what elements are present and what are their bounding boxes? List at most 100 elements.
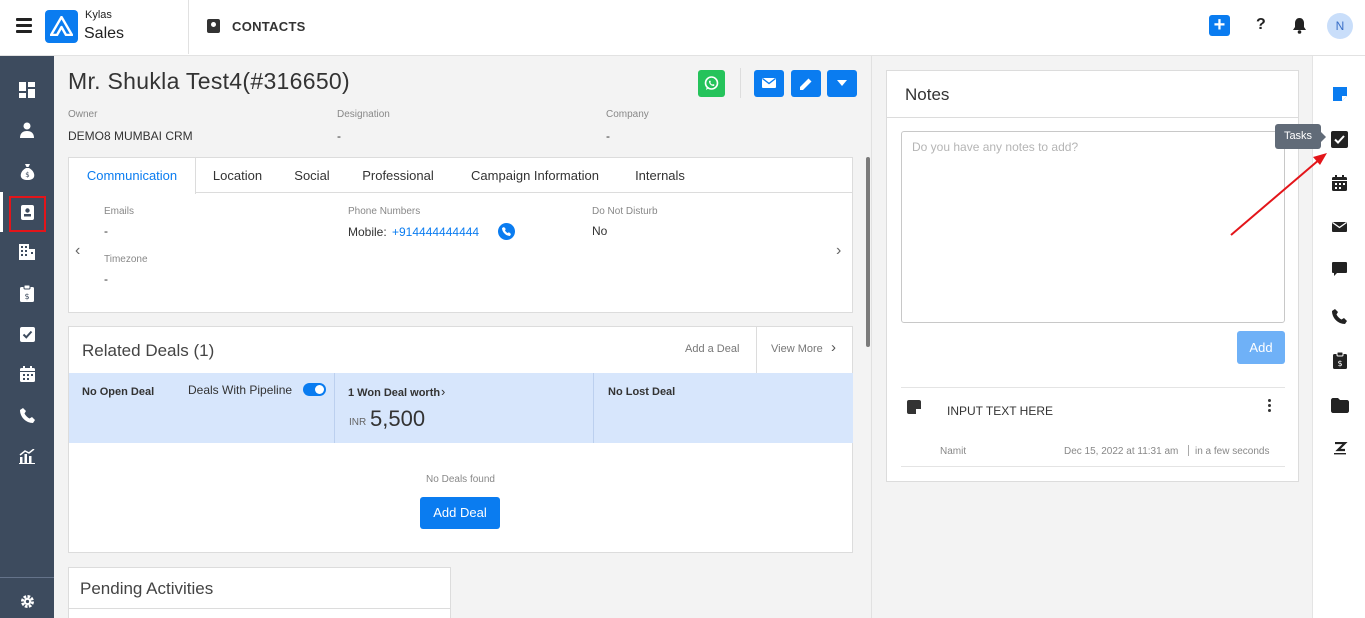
- clipboard-icon[interactable]: $: [1313, 347, 1365, 373]
- zendesk-icon[interactable]: [1313, 436, 1365, 462]
- contact-card-icon: [207, 19, 220, 33]
- details-tabs: Communication Location Social Profession…: [69, 158, 852, 194]
- deals-header-divider: [756, 327, 757, 373]
- deals-summary-band: No Open Deal Deals With Pipeline 1 Won D…: [69, 373, 853, 443]
- brand-name: Kylas: [85, 9, 112, 21]
- phone-icon[interactable]: [1313, 303, 1365, 329]
- tab-location[interactable]: Location: [196, 158, 279, 193]
- top-header: Kylas Sales CONTACTS + ? N: [0, 0, 1365, 56]
- timezone-value: -: [104, 272, 108, 286]
- more-actions-dropdown[interactable]: [827, 70, 857, 97]
- contact-detail-panel: Mr. Shukla Test4(#316650) Owner DEMO8 MU…: [54, 56, 871, 618]
- avatar[interactable]: N: [1327, 13, 1353, 39]
- module-title: CONTACTS: [232, 19, 306, 34]
- owner-label: Owner: [68, 109, 98, 120]
- company-label: Company: [606, 109, 649, 120]
- main-scrollbar[interactable]: [866, 157, 870, 347]
- pending-activities-title: Pending Activities: [80, 579, 214, 598]
- meta-separator: [1188, 445, 1189, 456]
- note-divider: [901, 387, 1285, 388]
- pipeline-toggle[interactable]: [303, 383, 326, 396]
- deal-column-divider: [334, 373, 335, 443]
- notes-header-divider: [887, 117, 1298, 118]
- svg-text:$: $: [25, 171, 29, 179]
- hamburger-menu-icon[interactable]: [16, 18, 32, 33]
- designation-label: Designation: [337, 109, 390, 120]
- building-icon[interactable]: [0, 234, 54, 270]
- tab-communication[interactable]: Communication: [69, 158, 196, 194]
- svg-text:$: $: [1337, 359, 1342, 368]
- note-icon[interactable]: [1313, 81, 1365, 107]
- designation-value: -: [337, 129, 341, 143]
- won-amount: 5,500: [370, 406, 426, 431]
- owner-value: DEMO8 MUMBAI CRM: [68, 129, 193, 143]
- tab-social[interactable]: Social: [279, 158, 345, 193]
- emails-label: Emails: [104, 206, 135, 217]
- annotation-arrow-icon: [1230, 153, 1327, 236]
- add-note-button[interactable]: Add: [1237, 331, 1285, 364]
- phone-number-link[interactable]: +914444444444: [392, 225, 479, 239]
- contact-name: Mr. Shukla Test4(#316650): [68, 68, 350, 94]
- clipboard-icon[interactable]: $: [0, 275, 54, 311]
- gear-icon[interactable]: [0, 583, 54, 618]
- contact-card-icon[interactable]: [0, 194, 54, 230]
- chevron-right-icon[interactable]: ›: [441, 384, 445, 399]
- deal-column-divider: [593, 373, 594, 443]
- brand-product: Sales: [84, 25, 125, 42]
- reports-icon[interactable]: [0, 438, 54, 474]
- note-author: Namit: [940, 446, 967, 457]
- dnd-value: No: [592, 224, 608, 238]
- pending-divider: [69, 608, 450, 609]
- note-text: INPUT TEXT HERE: [947, 404, 1054, 418]
- lost-deals-label: No Lost Deal: [608, 386, 676, 398]
- left-sidebar: $ $: [0, 56, 54, 618]
- note-relative-time: in a few seconds: [1195, 446, 1270, 457]
- emails-value: -: [104, 224, 108, 238]
- bell-icon[interactable]: [1292, 17, 1307, 39]
- add-deal-button[interactable]: Add Deal: [420, 497, 500, 529]
- view-more-link[interactable]: View More: [771, 343, 823, 355]
- currency-label: INR: [349, 417, 367, 428]
- phone-type-label: Mobile:: [348, 225, 387, 239]
- company-value: -: [606, 129, 610, 143]
- chevron-right-icon[interactable]: ›: [831, 339, 836, 356]
- email-button[interactable]: [754, 70, 784, 97]
- svg-text:$: $: [24, 292, 29, 301]
- phone-icon[interactable]: [0, 397, 54, 433]
- add-a-deal-link[interactable]: Add a Deal: [685, 343, 739, 355]
- pending-activities-card: Pending Activities: [68, 567, 451, 618]
- sidebar-divider: [0, 577, 54, 578]
- edit-button[interactable]: [791, 70, 821, 97]
- notes-title: Notes: [905, 85, 950, 104]
- won-deals-label[interactable]: 1 Won Deal worth: [348, 387, 440, 399]
- no-deals-message: No Deals found: [426, 474, 495, 485]
- checkbox-icon[interactable]: [0, 316, 54, 352]
- note-options-icon[interactable]: [1268, 399, 1271, 414]
- related-deals-title: Related Deals (1): [82, 341, 215, 360]
- notes-panel: Notes Add INPUT TEXT HERE Namit Dec 15, …: [871, 56, 1312, 618]
- note-date: Dec 15, 2022 at 11:31 am: [1064, 446, 1179, 457]
- tab-professional[interactable]: Professional: [345, 158, 451, 193]
- whatsapp-button[interactable]: [698, 70, 725, 97]
- related-deals-card: Related Deals (1) Add a Deal View More ›…: [68, 326, 853, 553]
- details-card: Communication Location Social Profession…: [68, 157, 853, 313]
- notes-card: Notes Add INPUT TEXT HERE Namit Dec 15, …: [886, 70, 1299, 482]
- dashboard-icon[interactable]: [0, 72, 54, 108]
- chat-icon[interactable]: [1313, 256, 1365, 282]
- chevron-right-icon[interactable]: ›: [836, 242, 841, 260]
- note-icon: [907, 400, 921, 414]
- tab-internals[interactable]: Internals: [619, 158, 701, 193]
- call-icon[interactable]: [498, 223, 515, 240]
- user-icon[interactable]: [0, 112, 54, 148]
- help-icon[interactable]: ?: [1256, 16, 1266, 34]
- phone-numbers-label: Phone Numbers: [348, 206, 421, 217]
- folder-icon[interactable]: [1313, 392, 1365, 418]
- money-bag-icon[interactable]: $: [0, 153, 54, 189]
- quick-add-button[interactable]: +: [1209, 15, 1230, 36]
- calendar-icon[interactable]: [0, 356, 54, 392]
- timezone-label: Timezone: [104, 254, 148, 265]
- kylas-logo[interactable]: [45, 10, 78, 43]
- header-divider: [188, 0, 189, 54]
- tab-campaign-information[interactable]: Campaign Information: [451, 158, 619, 193]
- chevron-left-icon[interactable]: ‹: [75, 242, 80, 260]
